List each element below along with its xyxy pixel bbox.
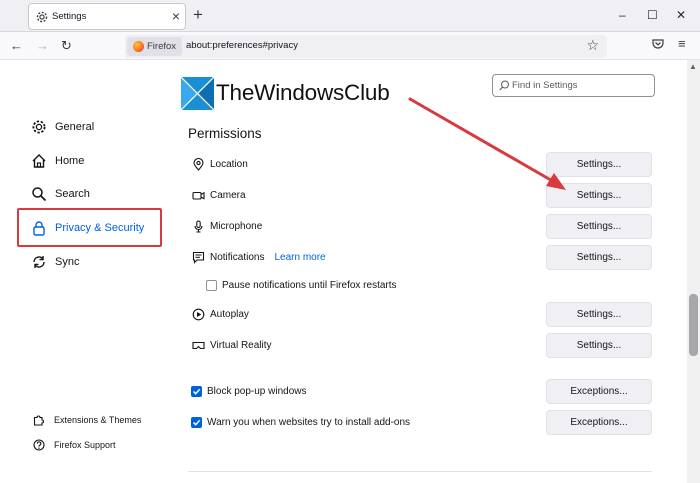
forward-arrow-icon[interactable]: → bbox=[36, 38, 49, 54]
microphone-settings-button[interactable]: Settings... bbox=[546, 214, 652, 239]
location-settings-button[interactable]: Settings... bbox=[546, 152, 652, 177]
sidebar-item-label: Extensions & Themes bbox=[54, 415, 142, 425]
permission-label: Virtual Reality bbox=[210, 340, 272, 351]
pause-notifications-checkbox[interactable] bbox=[206, 280, 217, 291]
checkmark-icon bbox=[192, 388, 201, 395]
permission-label: Autoplay bbox=[210, 309, 249, 320]
home-icon bbox=[32, 154, 46, 168]
tab-close-icon[interactable]: × bbox=[172, 8, 180, 24]
scrollbar-track[interactable] bbox=[687, 60, 700, 483]
location-icon bbox=[193, 158, 204, 171]
bookmark-star-icon[interactable]: ☆ bbox=[586, 37, 599, 54]
permission-label: Camera bbox=[210, 190, 246, 201]
microphone-icon bbox=[194, 220, 203, 233]
block-popups-checkbox[interactable] bbox=[191, 386, 202, 397]
puzzle-icon bbox=[33, 415, 44, 426]
tab-bar: Settings × + – ☐ ✕ bbox=[0, 0, 700, 32]
gear-icon bbox=[36, 11, 48, 23]
tab-settings[interactable]: Settings × bbox=[28, 3, 186, 30]
sidebar-item-label: General bbox=[55, 121, 95, 133]
maximize-button[interactable]: ☐ bbox=[647, 8, 658, 22]
identity-label: Firefox bbox=[147, 41, 177, 52]
pause-notifications-checkbox-row[interactable]: Pause notifications until Firefox restar… bbox=[206, 279, 397, 293]
permission-row-virtual-reality: Virtual Reality bbox=[192, 338, 272, 354]
section-divider bbox=[188, 471, 652, 472]
addon-exceptions-button[interactable]: Exceptions... bbox=[546, 410, 652, 435]
help-icon bbox=[33, 439, 45, 451]
logo-mark-icon bbox=[181, 77, 214, 110]
sidebar-item-home[interactable]: Home bbox=[31, 149, 84, 173]
new-tab-button[interactable]: + bbox=[193, 6, 203, 24]
search-placeholder: Find in Settings bbox=[512, 80, 578, 91]
sidebar-item-sync[interactable]: Sync bbox=[31, 250, 79, 274]
permission-row-autoplay: Autoplay bbox=[192, 307, 249, 323]
checkmark-icon bbox=[192, 419, 201, 426]
logo-text: TheWindowsClub bbox=[216, 80, 390, 105]
tab-title: Settings bbox=[52, 11, 87, 22]
sidebar-item-general[interactable]: General bbox=[31, 115, 94, 139]
hamburger-menu-icon[interactable]: ≡ bbox=[678, 36, 686, 51]
autoplay-icon bbox=[192, 308, 205, 321]
sidebar-item-extensions-themes[interactable]: Extensions & Themes bbox=[33, 412, 141, 428]
reload-icon[interactable]: ↻ bbox=[61, 38, 72, 54]
sync-icon bbox=[33, 256, 45, 268]
permission-row-notifications: Notifications Learn more bbox=[192, 250, 326, 266]
permissions-heading: Permissions bbox=[188, 126, 262, 141]
learn-more-link[interactable]: Learn more bbox=[274, 252, 325, 263]
search-input[interactable]: Find in Settings bbox=[492, 74, 655, 97]
sidebar-item-label: Home bbox=[55, 155, 85, 167]
warn-addons-checkbox[interactable] bbox=[191, 417, 202, 428]
virtual-reality-settings-button[interactable]: Settings... bbox=[546, 333, 652, 358]
camera-settings-button[interactable]: Settings... bbox=[546, 183, 652, 208]
minimize-button[interactable]: – bbox=[619, 8, 626, 22]
url-text[interactable]: about:preferences#privacy bbox=[186, 40, 298, 51]
sidebar-item-label: Firefox Support bbox=[54, 440, 116, 450]
scroll-up-arrow-icon[interactable]: ▲ bbox=[689, 62, 697, 71]
search-icon bbox=[32, 187, 47, 202]
permission-row-microphone: Microphone bbox=[192, 219, 262, 235]
permission-label: Microphone bbox=[210, 221, 263, 232]
block-popups-label: Block pop-up windows bbox=[207, 386, 307, 397]
permission-label: Notifications bbox=[210, 252, 265, 263]
camera-icon bbox=[192, 191, 205, 200]
firefox-logo-icon bbox=[133, 41, 144, 52]
annotation-highlight-box bbox=[17, 208, 162, 247]
warn-addons-checkbox-row[interactable]: Warn you when websites try to install ad… bbox=[191, 416, 410, 430]
sidebar-item-label: Search bbox=[55, 188, 90, 200]
notification-icon bbox=[192, 251, 205, 264]
sidebar-item-search[interactable]: Search bbox=[31, 182, 90, 206]
permission-row-camera: Camera bbox=[192, 188, 246, 204]
url-bar[interactable]: Firefox about:preferences#privacy ☆ bbox=[125, 35, 607, 58]
logo-image bbox=[181, 77, 214, 110]
identity-box[interactable]: Firefox bbox=[127, 37, 183, 56]
warn-addons-label: Warn you when websites try to install ad… bbox=[207, 417, 411, 428]
search-icon bbox=[499, 80, 509, 91]
block-popups-checkbox-row[interactable]: Block pop-up windows bbox=[191, 385, 307, 399]
back-arrow-icon[interactable]: ← bbox=[10, 38, 23, 54]
vr-headset-icon bbox=[192, 341, 205, 350]
sidebar-item-label: Sync bbox=[55, 256, 80, 268]
permission-label: Location bbox=[210, 159, 248, 170]
sidebar-item-firefox-support[interactable]: Firefox Support bbox=[33, 437, 116, 453]
close-window-button[interactable]: ✕ bbox=[676, 8, 686, 22]
navigation-bar: ← → ↻ Firefox about:preferences#privacy … bbox=[0, 32, 700, 60]
popup-exceptions-button[interactable]: Exceptions... bbox=[546, 379, 652, 404]
pocket-icon[interactable] bbox=[652, 38, 664, 50]
permission-row-location: Location bbox=[192, 157, 248, 173]
notifications-settings-button[interactable]: Settings... bbox=[546, 245, 652, 270]
pause-notifications-label: Pause notifications until Firefox restar… bbox=[222, 280, 397, 291]
scrollbar-thumb[interactable] bbox=[689, 294, 698, 356]
gear-icon bbox=[32, 120, 46, 134]
autoplay-settings-button[interactable]: Settings... bbox=[546, 302, 652, 327]
